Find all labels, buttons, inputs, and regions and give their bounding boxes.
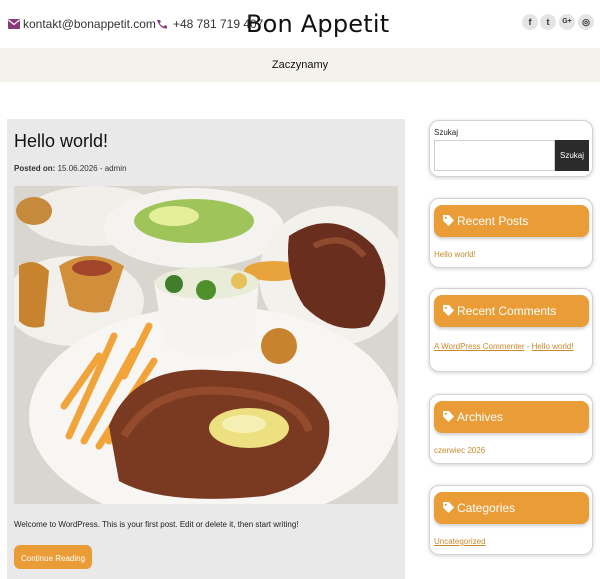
post-card: Hello world! Posted on: 15.06.2026 - adm… [7,119,405,579]
twitter-icon[interactable]: t [540,14,556,30]
posted-on-label: Posted on: [14,164,56,173]
recent-comment: A WordPress Commenter - Hello world! [434,342,573,351]
recent-comments-header: Recent Comments [434,295,589,327]
nav-item-zaczynamy[interactable]: Zaczynamy [0,59,600,71]
tag-icon [443,502,454,513]
top-header: kontakt@bonappetit.com +48 781 719 407 Bo… [0,0,600,48]
phone-icon [156,20,167,29]
archives-title: Archives [457,410,504,424]
tag-icon [443,215,454,226]
post-date[interactable]: 15.06.2026 [58,164,98,173]
search-label: Szukaj [434,128,459,137]
facebook-icon[interactable]: f [522,14,538,30]
comment-post-link[interactable]: Hello world! [532,342,574,351]
search-button[interactable]: Szukaj [555,140,589,171]
main-nav: Zaczynamy [0,48,600,82]
google-plus-icon[interactable]: G+ [559,14,575,30]
recent-posts-header: Recent Posts [434,205,589,237]
site-title[interactable]: Bon Appetit [246,10,389,38]
recent-posts-widget: Recent Posts Hello world! [429,198,593,268]
post-author[interactable]: admin [105,164,127,173]
recent-post-link[interactable]: Hello world! [434,250,476,259]
instagram-icon[interactable]: ◎ [578,14,594,30]
tag-icon [443,411,454,422]
envelope-icon [8,19,20,29]
search-input[interactable] [434,140,555,171]
recent-comments-title: Recent Comments [457,304,557,318]
email-link[interactable]: kontakt@bonappetit.com [23,17,156,31]
archive-link[interactable]: czerwiec 2026 [434,446,485,455]
meta-separator: - [97,164,105,173]
categories-title: Categories [457,501,516,515]
featured-image[interactable] [14,186,398,504]
search-widget: Szukaj Szukaj [429,120,593,177]
post-excerpt: Welcome to WordPress. This is your first… [14,520,299,529]
comment-separator: - [524,342,532,351]
categories-widget: Categories Uncategorized [429,485,593,555]
contact-info: kontakt@bonappetit.com +48 781 719 407 [8,17,263,31]
post-title[interactable]: Hello world! [14,131,108,152]
category-link[interactable]: Uncategorized [434,537,486,546]
archives-header: Archives [434,401,589,433]
recent-posts-title: Recent Posts [457,214,529,228]
tag-icon [443,305,454,316]
categories-header: Categories [434,492,589,524]
post-meta: Posted on: 15.06.2026 - admin [14,164,127,173]
recent-comments-widget: Recent Comments A WordPress Commenter - … [429,288,593,372]
comment-author-link[interactable]: A WordPress Commenter [434,342,525,351]
archives-widget: Archives czerwiec 2026 [429,394,593,464]
continue-reading-button[interactable]: Continue Reading [14,545,92,569]
